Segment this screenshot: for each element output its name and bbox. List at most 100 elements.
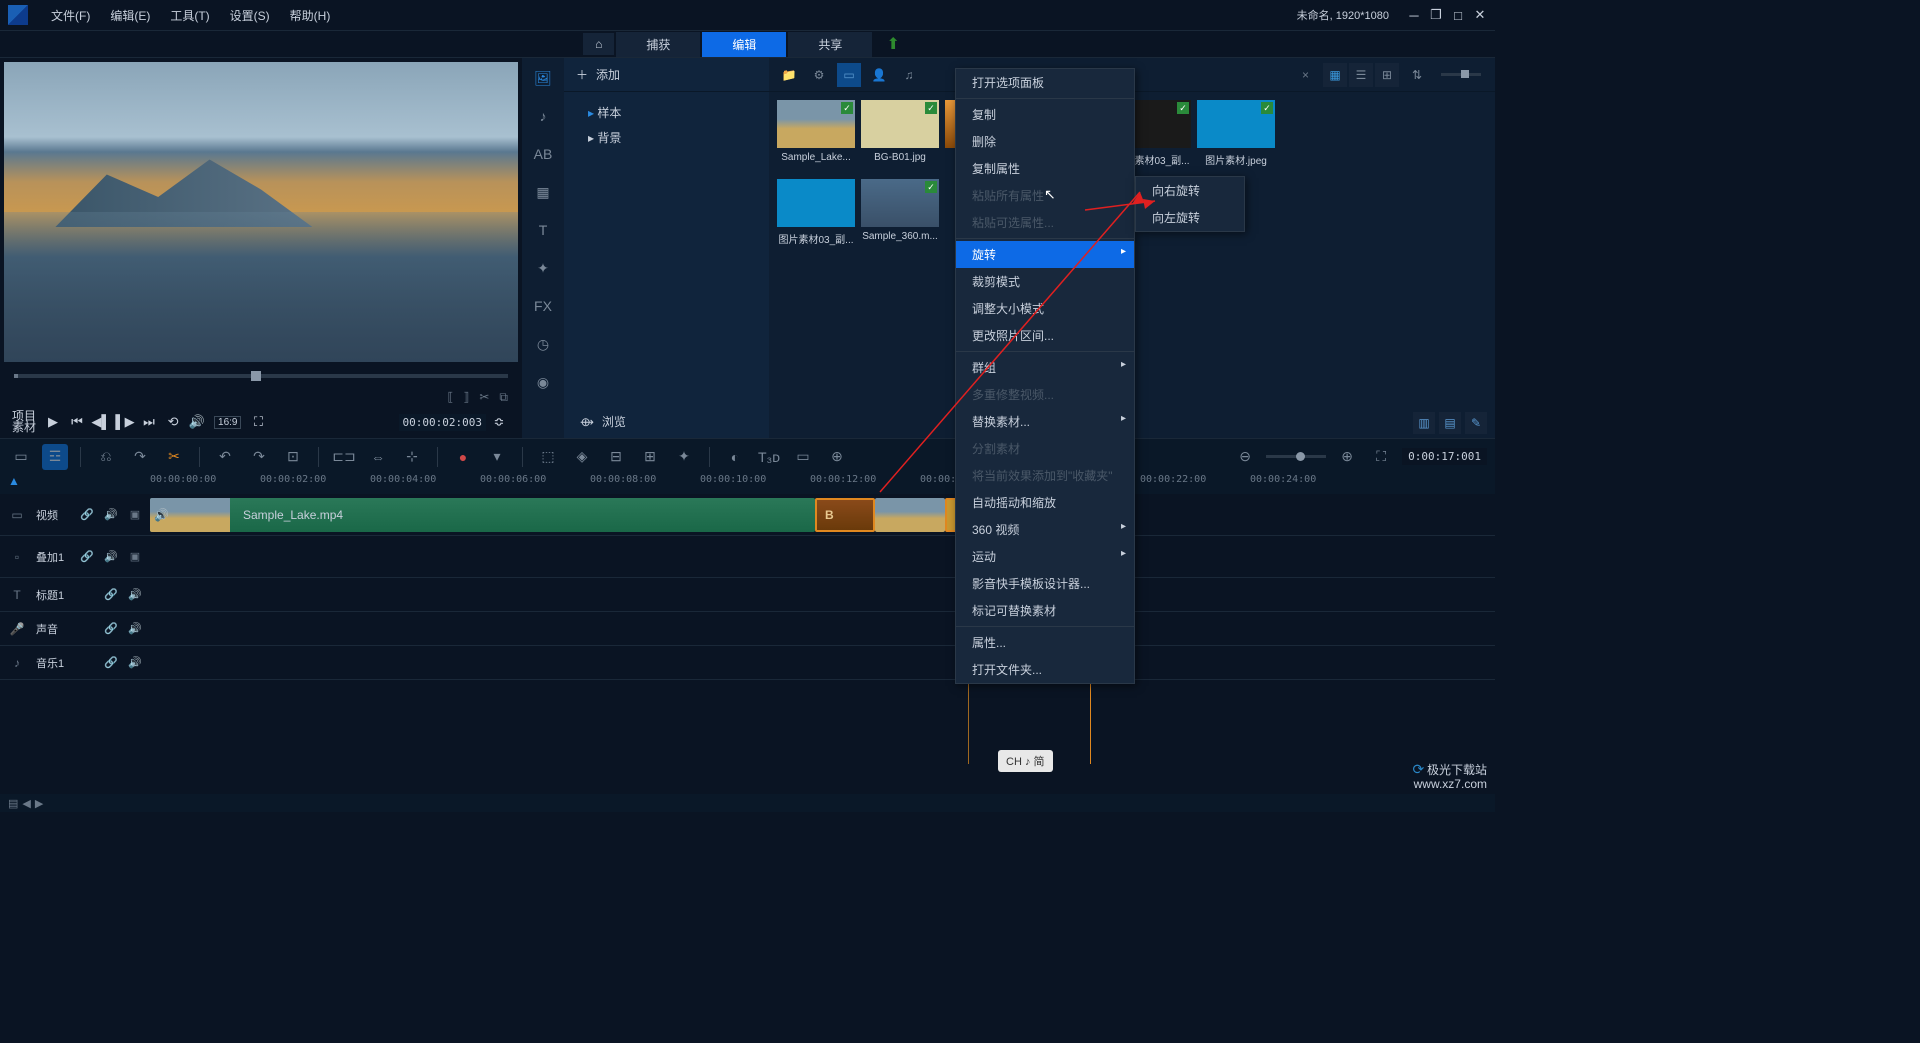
ctx-template[interactable]: 影音快手模板设计器... [956, 570, 1134, 597]
preview-marker[interactable] [251, 371, 261, 381]
tool-2-icon[interactable]: ↷ [246, 444, 272, 470]
effect-3-icon[interactable]: ⊟ [603, 444, 629, 470]
title-track[interactable] [150, 578, 1495, 612]
zoom-tool-icon[interactable]: ⊹ [399, 444, 425, 470]
preview-scrubber[interactable] [14, 374, 508, 378]
menu-tools[interactable]: 工具(T) [162, 3, 217, 28]
import-icon[interactable]: 📁 [777, 63, 801, 87]
thumb-size-slider[interactable] [1461, 70, 1469, 78]
tree-sample[interactable]: ▸ 样本 [580, 100, 753, 125]
preview-timecode[interactable]: 00:00:02:003 [399, 414, 486, 431]
add-label[interactable]: 添加 [596, 66, 620, 83]
media-thumb[interactable]: 图片素材.jpeg [1197, 100, 1275, 167]
ctx-open-folder[interactable]: 打开文件夹... [956, 656, 1134, 683]
clip-image-2[interactable] [875, 498, 945, 532]
music-track[interactable] [150, 646, 1495, 680]
tool-1-icon[interactable]: ↶ [212, 444, 238, 470]
thumb-image[interactable] [777, 100, 855, 148]
prev-frame-button[interactable]: ◀▌ [90, 411, 112, 433]
ar-tab-icon[interactable]: ◉ [531, 370, 555, 394]
ctx-auto-pan[interactable]: 自动摇动和缩放 [956, 489, 1134, 516]
zoom-slider[interactable] [1266, 455, 1326, 458]
media-thumb[interactable]: BG-B01.jpg [861, 100, 939, 167]
upload-icon[interactable]: ⬆ [874, 30, 911, 58]
tab-edit[interactable]: 编辑 [702, 32, 786, 57]
mark-out-icon[interactable]: ⟧ [463, 390, 469, 405]
scroll-left-icon[interactable]: ◀ [22, 797, 30, 810]
options-panel-icon[interactable]: ▥ [1413, 412, 1435, 434]
audio-tab-icon[interactable]: ♪ [531, 104, 555, 128]
track-link-icon[interactable]: 🔗 [80, 550, 94, 563]
ctx-motion[interactable]: 运动 [956, 543, 1134, 570]
tool-3-icon[interactable]: ⊡ [280, 444, 306, 470]
restore-button[interactable]: ❐ [1429, 8, 1443, 22]
overlay-tab-icon[interactable]: ▦ [531, 180, 555, 204]
preview-toggle[interactable]: ⟴ 浏览 [564, 405, 642, 438]
zoom-in-icon[interactable]: ⊕ [1334, 444, 1360, 470]
sort-icon[interactable]: ⇅ [1405, 63, 1429, 87]
timeline-timecode[interactable]: 0:00:17:001 [1402, 448, 1487, 465]
preview-viewport[interactable] [4, 62, 518, 362]
volume-button[interactable]: 🔊 [186, 411, 208, 433]
menu-file[interactable]: 文件(F) [43, 3, 98, 28]
snapshot-icon[interactable]: ⧉ [499, 390, 508, 405]
menu-help[interactable]: 帮助(H) [282, 3, 339, 28]
menu-settings[interactable]: 设置(S) [222, 3, 278, 28]
graphics-tab-icon[interactable]: ✦ [531, 256, 555, 280]
submenu-rotate-right[interactable]: 向右旋转 [1136, 177, 1244, 204]
media-tab-icon[interactable]: 🖼 [531, 66, 555, 90]
thumb-image[interactable] [1197, 100, 1275, 148]
crop-tool-icon[interactable]: ⊏⊐ [331, 444, 357, 470]
track-link-icon[interactable]: 🔗 [104, 588, 118, 601]
timecode-stepper[interactable]: ≎ [488, 411, 510, 433]
fx-tab-icon[interactable]: FX [531, 294, 555, 318]
track-mute-icon[interactable]: 🔊 [128, 622, 142, 635]
redo-icon[interactable]: ↷ [127, 444, 153, 470]
clear-search-icon[interactable]: × [1302, 68, 1309, 82]
media-thumb[interactable]: Sample_Lake... [777, 100, 855, 167]
fit-timeline-icon[interactable]: ⛶ [1368, 444, 1394, 470]
ctx-delete[interactable]: 删除 [956, 128, 1134, 155]
aspect-ratio[interactable]: 16:9 [214, 416, 241, 429]
timeline-view-icon[interactable]: ☲ [42, 444, 68, 470]
effect-1-icon[interactable]: ⬚ [535, 444, 561, 470]
ctx-change-photo[interactable]: 更改照片区间... [956, 322, 1134, 349]
view-list-icon[interactable]: ☰ [1349, 63, 1373, 87]
ctx-open-panel[interactable]: 打开选项面板 [956, 69, 1134, 96]
menu-edit[interactable]: 编辑(E) [102, 3, 158, 28]
track-lock-icon[interactable]: ▣ [128, 550, 142, 563]
thumb-image[interactable] [861, 179, 939, 227]
close-button[interactable]: ✕ [1473, 8, 1487, 22]
ctx-rotate[interactable]: 旋转 [956, 241, 1134, 268]
filter-audio-icon[interactable]: ♫ [897, 63, 921, 87]
overlay-track[interactable] [150, 536, 1495, 578]
minimize-button[interactable]: ─ [1407, 8, 1421, 22]
ctx-copy-attr[interactable]: 复制属性 [956, 155, 1134, 182]
motion-track-icon[interactable]: ⊕ [824, 444, 850, 470]
play-button[interactable]: ▶ [42, 411, 64, 433]
record-icon[interactable]: ⚙ [807, 63, 831, 87]
expand-icon[interactable]: ⛶ [247, 411, 269, 433]
track-mute-icon[interactable]: 🔊 [128, 656, 142, 669]
clip-video[interactable]: 🔊 Sample_Lake.mp4 [150, 498, 815, 532]
storyboard-view-icon[interactable]: ▭ [8, 444, 34, 470]
view-thumb-icon[interactable]: ▦ [1323, 63, 1347, 87]
subtitle-icon[interactable]: ▭ [790, 444, 816, 470]
track-mute-icon[interactable]: 🔊 [104, 508, 118, 521]
loop-button[interactable]: ⟲ [162, 411, 184, 433]
sound-track[interactable] [150, 612, 1495, 646]
timeline-ruler[interactable]: ▲ 00:00:00:0000:00:02:0000:00:04:0000:00… [0, 474, 1495, 494]
ctx-resize[interactable]: 调整大小模式 [956, 295, 1134, 322]
ctx-360[interactable]: 360 视频 [956, 516, 1134, 543]
text-3d-icon[interactable]: T₃ᴅ [756, 444, 782, 470]
track-link-icon[interactable]: 🔗 [104, 622, 118, 635]
zoom-out-icon[interactable]: ⊖ [1232, 444, 1258, 470]
go-end-button[interactable]: ⏭ [138, 411, 160, 433]
maximize-button[interactable]: □ [1451, 8, 1465, 22]
video-track[interactable]: 🔊 Sample_Lake.mp4 B 图片 [150, 494, 1495, 536]
track-mute-icon[interactable]: 🔊 [128, 588, 142, 601]
tab-home[interactable]: ⌂ [583, 33, 614, 55]
record-tool-icon[interactable]: ● [450, 444, 476, 470]
view-grid-icon[interactable]: ⊞ [1375, 63, 1399, 87]
title-tab-icon[interactable]: T [531, 218, 555, 242]
